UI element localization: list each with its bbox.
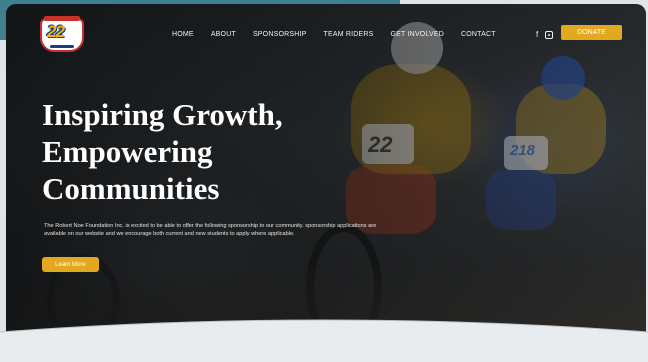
logo-bottom-banner — [50, 45, 74, 48]
hero-bottom-curve — [0, 319, 648, 362]
social-links: f — [536, 30, 554, 39]
nav-about[interactable]: ABOUT — [211, 31, 236, 38]
headline-line-1: Inspiring Growth, — [42, 97, 283, 132]
donate-button[interactable]: DONATE — [561, 25, 622, 40]
headline-line-3: Communities — [42, 171, 220, 206]
nav-home[interactable]: HOME — [172, 31, 194, 38]
learn-more-button[interactable]: Learn More — [42, 257, 99, 272]
nav-team-riders[interactable]: TEAM RIDERS — [323, 31, 373, 38]
browser-frame: 22 218 22 HOME ABOUT SPONSORSHIP TEAM RI… — [0, 0, 648, 362]
nav-sponsorship[interactable]: SPONSORSHIP — [253, 31, 307, 38]
nav-get-involved[interactable]: GET INVOLVED — [391, 31, 445, 38]
site-logo[interactable]: 22 — [36, 14, 88, 54]
headline-line-2: Empowering — [42, 134, 213, 169]
hero-headline: Inspiring Growth, Empowering Communities — [42, 96, 283, 207]
instagram-icon[interactable] — [545, 31, 554, 39]
hero-intro-text: The Robert Noe Foundation Inc. is excite… — [44, 223, 377, 237]
facebook-icon[interactable]: f — [536, 30, 538, 39]
main-nav: HOME ABOUT SPONSORSHIP TEAM RIDERS GET I… — [172, 31, 496, 38]
hero-section: 22 218 22 HOME ABOUT SPONSORSHIP TEAM RI… — [6, 4, 646, 340]
nav-contact[interactable]: CONTACT — [461, 31, 496, 38]
logo-top-banner — [44, 16, 80, 21]
logo-number: 22 — [47, 22, 65, 41]
